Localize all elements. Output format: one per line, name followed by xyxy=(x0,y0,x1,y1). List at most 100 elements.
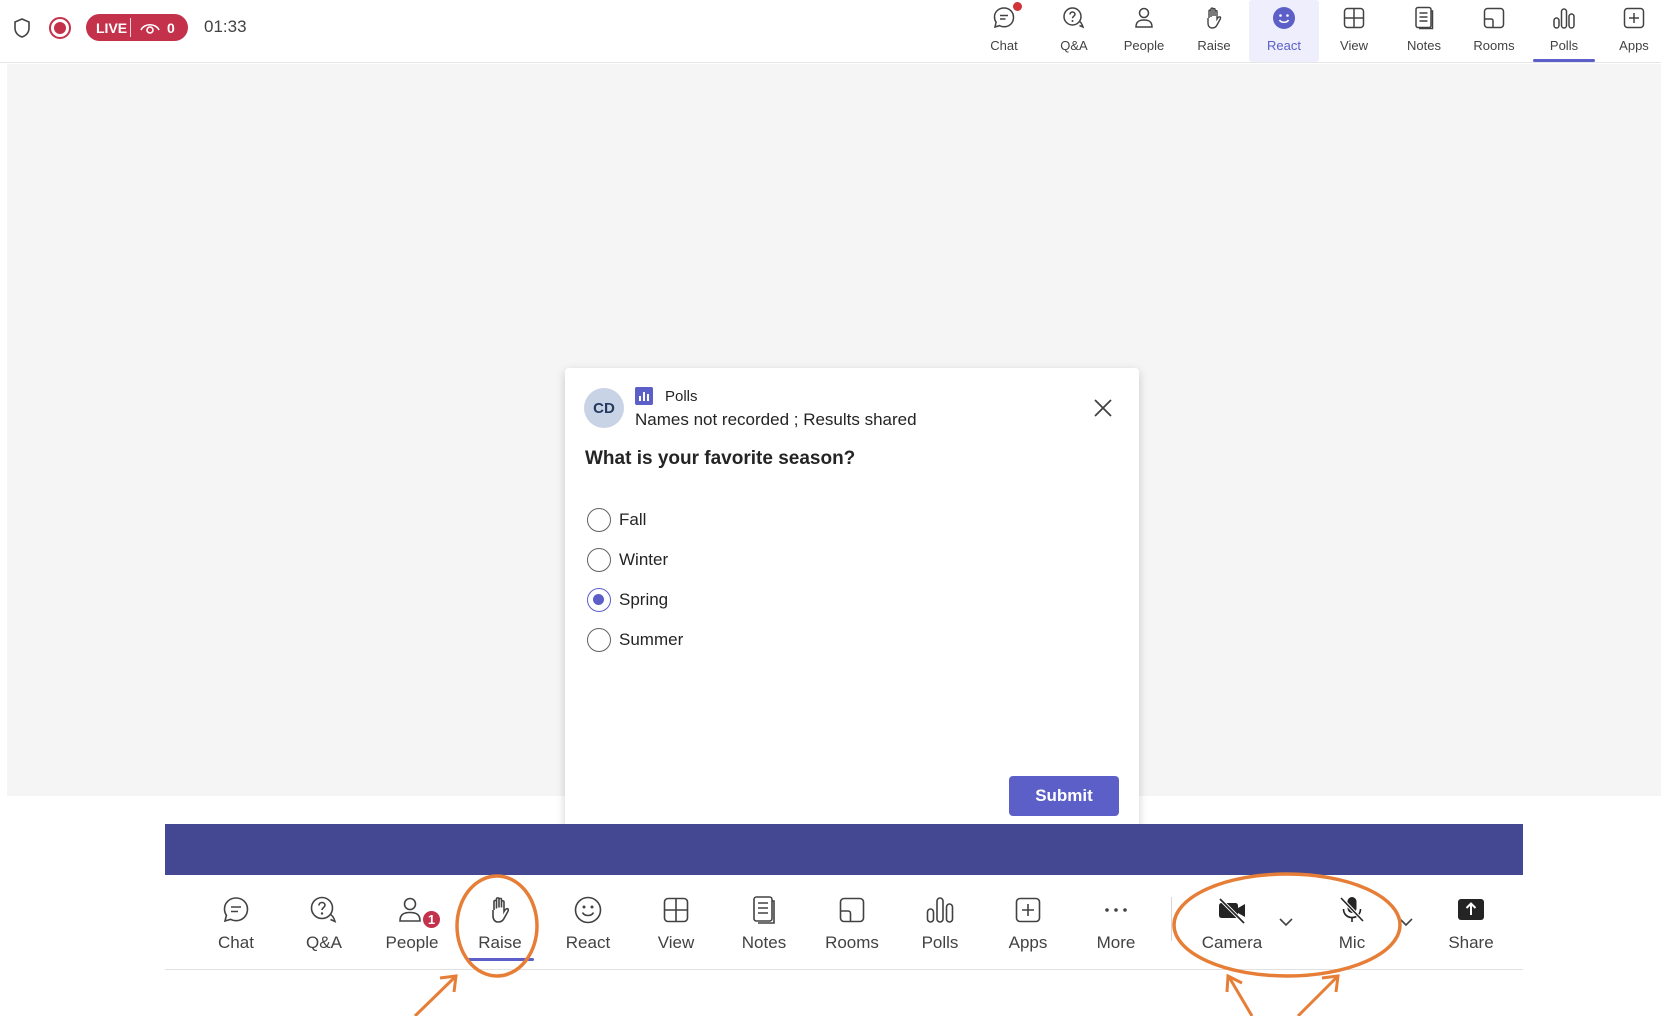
toolbar-label: Mic xyxy=(1338,933,1366,952)
people-icon xyxy=(1135,7,1153,28)
top-tab-react[interactable]: React xyxy=(1249,0,1319,62)
toolbar-apps-button[interactable]: Apps xyxy=(992,893,1064,963)
submit-button[interactable]: Submit xyxy=(1009,776,1119,816)
top-tab-raise[interactable]: Raise xyxy=(1179,0,1249,62)
toolbar-banner xyxy=(165,824,1523,875)
top-tab-label: Raise xyxy=(1197,38,1231,53)
top-tab-bar: Chat Q&A People Raise React View Notes R… xyxy=(969,0,1661,62)
raise-hand-icon xyxy=(492,897,510,923)
toolbar-divider xyxy=(1171,897,1172,941)
toolbar-react-button[interactable]: React xyxy=(552,893,624,963)
poll-option-winter[interactable]: Winter xyxy=(587,540,683,580)
top-tab-notes[interactable]: Notes xyxy=(1389,0,1459,62)
radio-button[interactable] xyxy=(587,548,611,572)
toolbar-label: Camera xyxy=(1201,933,1263,952)
raise-hand-icon xyxy=(1207,7,1222,29)
top-tab-label: People xyxy=(1123,38,1165,53)
toolbar-qa-button[interactable]: Q&A xyxy=(288,893,360,963)
recording-indicator-icon xyxy=(49,17,71,39)
top-tab-polls[interactable]: Polls xyxy=(1529,0,1599,62)
more-dots-icon xyxy=(1105,908,1127,912)
poll-option-spring[interactable]: Spring xyxy=(587,580,683,620)
radio-button[interactable] xyxy=(587,508,611,532)
toolbar-chat-button[interactable]: Chat xyxy=(200,893,272,963)
toolbar-label: Notes xyxy=(741,933,787,952)
option-label: Fall xyxy=(619,510,647,529)
option-label: Summer xyxy=(619,630,684,649)
toolbar-label: View xyxy=(657,933,695,952)
share-screen-icon xyxy=(1458,899,1484,920)
rooms-icon xyxy=(1483,7,1505,29)
top-tab-apps[interactable]: Apps xyxy=(1599,0,1661,62)
chat-icon xyxy=(223,897,249,923)
toolbar-label: React xyxy=(565,933,611,952)
meeting-top-bar: LIVE 0 01:33 Chat Q&A People Raise React xyxy=(0,0,1661,63)
people-count-badge: 1 xyxy=(421,909,442,930)
toolbar-label: People xyxy=(385,933,439,952)
arrow-to-mic xyxy=(1296,974,1340,1016)
apps-plus-icon xyxy=(1015,897,1041,923)
toolbar-label: Raise xyxy=(478,933,522,952)
viewer-count: 0 xyxy=(167,19,175,36)
polls-app-icon xyxy=(635,387,653,405)
toolbar-polls-button[interactable]: Polls xyxy=(904,893,976,963)
arrow-to-raise xyxy=(413,974,458,1016)
view-grid-icon xyxy=(1343,7,1365,29)
eye-icon xyxy=(140,23,160,34)
poll-option-fall[interactable]: Fall xyxy=(587,500,683,540)
view-grid-icon xyxy=(663,897,689,923)
top-tab-people[interactable]: People xyxy=(1109,0,1179,62)
chat-notification-dot xyxy=(1013,2,1022,11)
toolbar-people-button[interactable]: 1 People xyxy=(376,893,448,963)
toolbar-mic-button[interactable]: Mic xyxy=(1316,893,1388,963)
toolbar-label: Polls xyxy=(921,933,959,952)
top-tab-view[interactable]: View xyxy=(1319,0,1389,62)
radio-button-selected[interactable] xyxy=(587,588,611,612)
toolbar-view-button[interactable]: View xyxy=(640,893,712,963)
poll-meta-text: Names not recorded ; Results shared xyxy=(635,410,917,429)
toolbar-label: Rooms xyxy=(825,933,879,952)
camera-off-icon xyxy=(1218,897,1246,925)
react-smiley-icon xyxy=(1273,7,1295,29)
toolbar-share-button[interactable]: Share xyxy=(1435,893,1507,963)
toolbar-label: Apps xyxy=(1008,933,1048,952)
poll-card: CD Polls Names not recorded ; Results sh… xyxy=(565,368,1139,842)
top-tab-label: React xyxy=(1267,38,1301,53)
rooms-icon xyxy=(839,897,865,923)
poll-question: What is your favorite season? xyxy=(585,448,856,469)
top-tab-chat[interactable]: Chat xyxy=(969,0,1039,62)
live-label: LIVE xyxy=(96,19,128,36)
meeting-stage: CD Polls Names not recorded ; Results sh… xyxy=(7,64,1661,842)
toolbar-more-button[interactable]: More xyxy=(1080,893,1152,963)
mic-options-chevron-down-icon[interactable] xyxy=(1397,913,1415,931)
toolbar-notes-button[interactable]: Notes xyxy=(728,893,800,963)
poll-option-summer[interactable]: Summer xyxy=(587,620,683,660)
toolbar-label: Chat xyxy=(218,933,254,952)
qa-icon xyxy=(310,896,337,923)
apps-plus-icon xyxy=(1623,7,1645,29)
toolbar-camera-button[interactable]: Camera xyxy=(1196,893,1268,963)
notes-icon xyxy=(1415,6,1434,30)
react-smiley-icon xyxy=(574,896,602,924)
toolbar-rooms-button[interactable]: Rooms xyxy=(816,893,888,963)
top-tab-label: Apps xyxy=(1619,38,1649,53)
top-tab-label: Q&A xyxy=(1060,38,1088,53)
toolbar-label: Q&A xyxy=(306,933,342,952)
qa-icon xyxy=(1063,7,1085,29)
radio-button[interactable] xyxy=(587,628,611,652)
toolbar-raise-button[interactable]: Raise xyxy=(464,893,536,963)
polls-icon xyxy=(1553,8,1575,29)
avatar: CD xyxy=(584,388,624,428)
top-tab-rooms[interactable]: Rooms xyxy=(1459,0,1529,62)
top-tab-label: View xyxy=(1340,38,1368,53)
bottom-toolbar: Chat Q&A 1 People Raise React View Notes… xyxy=(165,875,1523,970)
top-tab-label: Chat xyxy=(990,38,1018,53)
camera-options-chevron-down-icon[interactable] xyxy=(1277,913,1295,931)
top-tab-label: Notes xyxy=(1407,38,1441,53)
close-icon[interactable] xyxy=(1093,398,1113,418)
polls-icon xyxy=(926,897,954,923)
poll-app-name: Polls xyxy=(665,388,698,405)
notes-icon xyxy=(753,896,775,924)
option-label: Spring xyxy=(619,590,669,609)
top-tab-qa[interactable]: Q&A xyxy=(1039,0,1109,62)
